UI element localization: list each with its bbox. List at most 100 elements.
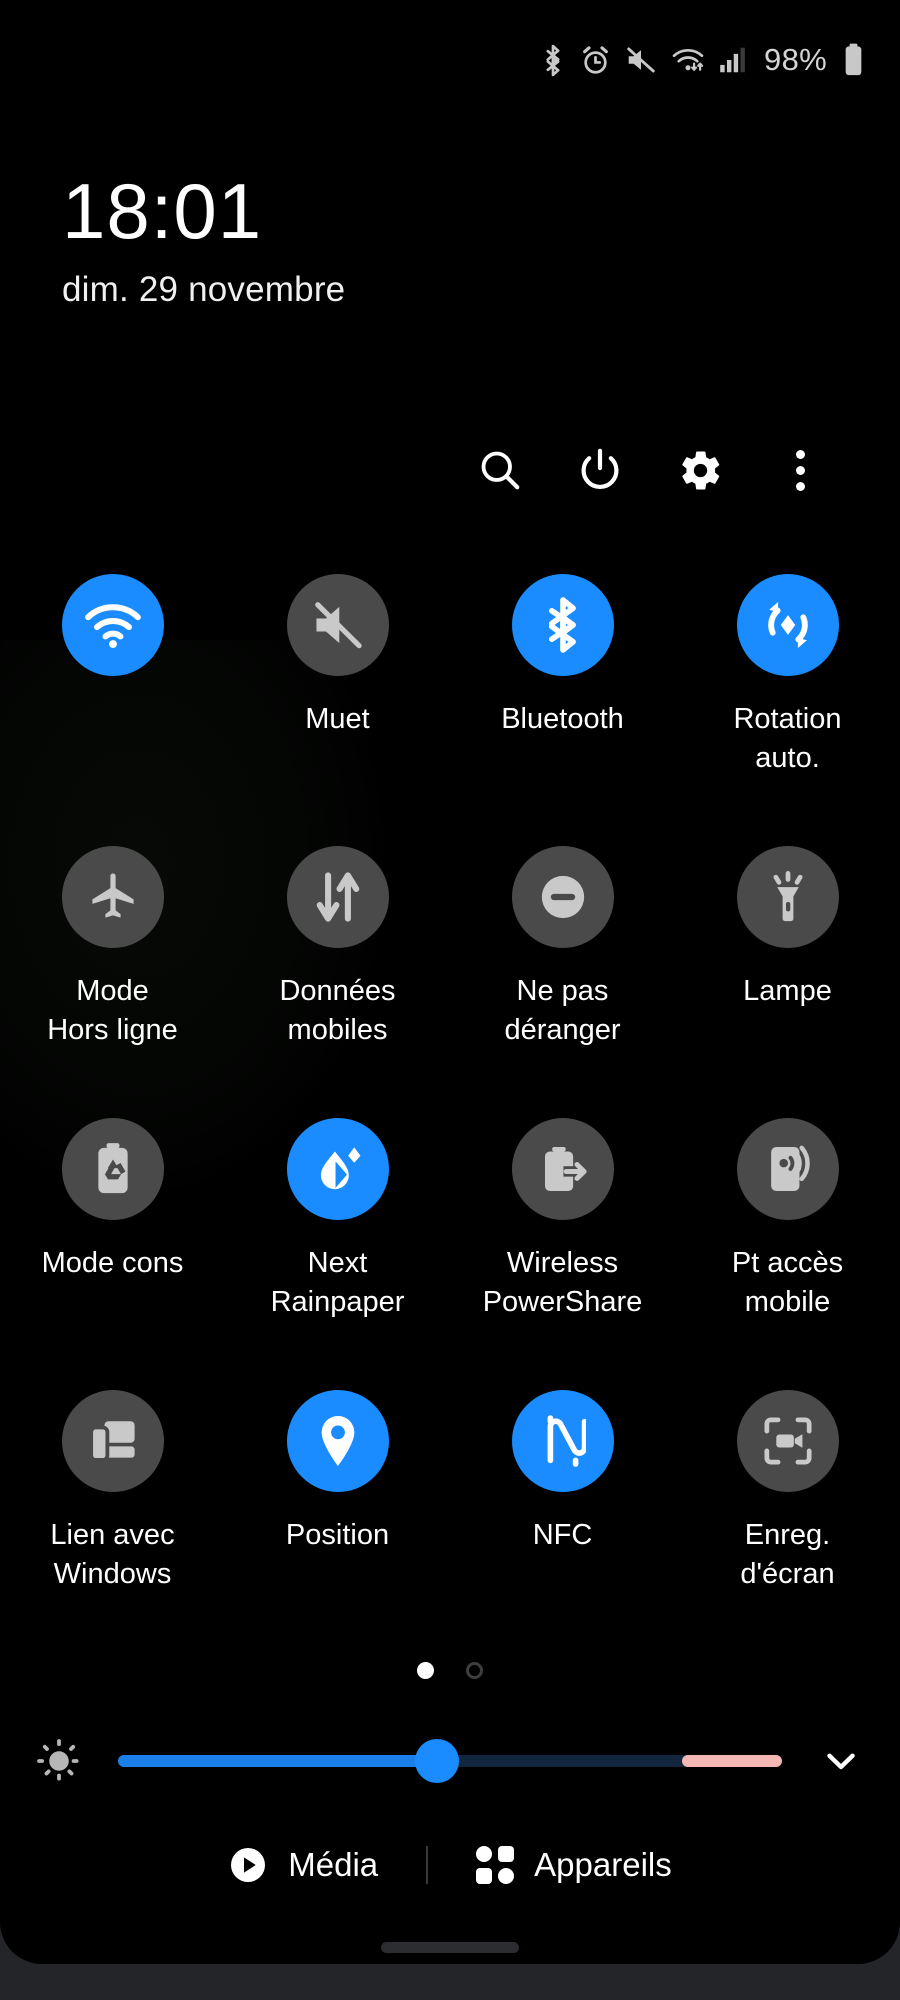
- overflow-menu-icon: [795, 449, 805, 491]
- link-to-windows-icon: [88, 1421, 135, 1462]
- bottom-bar: Média Appareils: [0, 1822, 900, 1908]
- rainpaper-icon: [320, 1147, 360, 1190]
- gear-icon: [681, 451, 719, 489]
- tile-icon-wrap: [286, 846, 389, 948]
- brightness-row: [0, 1716, 900, 1806]
- tile-label: Rotation auto.: [733, 703, 842, 775]
- tile-icon-wrap: [511, 1390, 614, 1492]
- tile-wireless-powershare[interactable]: Wireless PowerShare: [450, 1118, 675, 1390]
- tile-mute[interactable]: Muet: [225, 574, 450, 846]
- gesture-handle[interactable]: [381, 1942, 519, 1953]
- tile-icon-wrap: [511, 846, 614, 948]
- clock-time: 18:01: [62, 167, 263, 255]
- brightness-thumb[interactable]: [414, 1739, 459, 1783]
- tile-screen-recorder[interactable]: Enreg. d'écran: [675, 1390, 900, 1662]
- brightness-warm-segment: [682, 1755, 782, 1767]
- power-button[interactable]: [550, 428, 650, 512]
- tile-icon-wrap: [286, 1390, 389, 1492]
- quick-settings-panel: 98% 18:01 dim. 29 novembre Muet Bluetoot…: [0, 0, 900, 1964]
- tile-icon-wrap: [286, 1118, 389, 1220]
- tile-airplane-mode[interactable]: Mode Hors ligne: [0, 846, 225, 1118]
- wifi-icon: [84, 604, 141, 648]
- phone-screen: 98% 18:01 dim. 29 novembre Muet Bluetoot…: [0, 0, 900, 2000]
- hotspot-icon: [770, 1145, 810, 1192]
- tile-label: Bluetooth: [501, 703, 624, 735]
- tile-next-rainpaper[interactable]: Next Rainpaper: [225, 1118, 450, 1390]
- power-icon: [581, 448, 619, 490]
- devices-grid-icon: [476, 1846, 515, 1884]
- search-button[interactable]: [450, 428, 550, 512]
- header-actions: [450, 428, 850, 512]
- page-indicator: [0, 1662, 900, 1679]
- tile-label: Enreg. d'écran: [740, 1519, 835, 1591]
- settings-button[interactable]: [650, 428, 750, 512]
- tile-nfc[interactable]: NFC: [450, 1390, 675, 1662]
- tile-label: Mode Hors ligne: [47, 975, 178, 1047]
- tile-wifi[interactable]: [0, 574, 225, 846]
- bluetooth-icon: [540, 44, 566, 77]
- power-saving-icon: [97, 1143, 128, 1194]
- tile-mobile-hotspot[interactable]: Pt accès mobile: [675, 1118, 900, 1390]
- brightness-icon: [0, 1738, 118, 1784]
- tile-label: Muet: [305, 703, 370, 735]
- quick-settings-tile-grid: Muet Bluetooth Rotation auto. Mode Hors …: [0, 574, 900, 1662]
- power-share-icon: [544, 1146, 587, 1192]
- clock-block[interactable]: 18:01 dim. 29 novembre: [62, 172, 345, 310]
- clock-date: dim. 29 novembre: [62, 270, 346, 309]
- tile-label: Next Rainpaper: [270, 1247, 405, 1319]
- bluetooth-icon: [548, 597, 576, 653]
- tile-label: Lien avec Windows: [50, 1519, 175, 1591]
- battery-percent-label: 98%: [764, 42, 827, 77]
- media-button[interactable]: Média: [202, 1845, 404, 1885]
- airplane-icon: [91, 873, 134, 918]
- do-not-disturb-icon: [541, 875, 584, 919]
- brightness-expand-button[interactable]: [782, 1740, 900, 1782]
- signal-icon: [719, 46, 746, 74]
- tile-label: Ne pas déranger: [504, 975, 621, 1047]
- tile-location[interactable]: Position: [225, 1390, 450, 1662]
- tile-do-not-disturb[interactable]: Ne pas déranger: [450, 846, 675, 1118]
- location-pin-icon: [321, 1416, 354, 1466]
- tile-icon-wrap: [61, 574, 164, 676]
- more-options-button[interactable]: [750, 428, 850, 512]
- tile-flashlight[interactable]: Lampe: [675, 846, 900, 1118]
- tile-label: Position: [285, 1519, 390, 1551]
- tile-icon-wrap: [736, 846, 839, 948]
- battery-full-icon: [843, 43, 864, 77]
- screen-record-icon: [763, 1417, 812, 1465]
- tile-label: Pt accès mobile: [731, 1247, 844, 1319]
- tile-icon-wrap: [286, 574, 389, 676]
- wifi-data-icon: [671, 45, 705, 75]
- devices-label: Appareils: [534, 1846, 672, 1883]
- mute-icon: [314, 602, 362, 649]
- devices-button[interactable]: Appareils: [450, 1846, 698, 1884]
- tile-bluetooth[interactable]: Bluetooth: [450, 574, 675, 846]
- brightness-fill: [118, 1755, 437, 1767]
- page-dot-2[interactable]: [466, 1662, 483, 1679]
- search-icon: [481, 451, 520, 490]
- tile-auto-rotate[interactable]: Rotation auto.: [675, 574, 900, 846]
- tile-label: Wireless PowerShare: [482, 1247, 643, 1319]
- play-circle-icon: [231, 1848, 266, 1882]
- tile-icon-wrap: [511, 574, 614, 676]
- auto-rotate-icon: [767, 602, 808, 648]
- tile-icon-wrap: [736, 574, 839, 676]
- tile-icon-wrap: [736, 1390, 839, 1492]
- tile-icon-wrap: [61, 1390, 164, 1492]
- brightness-track[interactable]: [118, 1739, 782, 1783]
- nfc-icon: [547, 1415, 586, 1467]
- tile-mobile-data[interactable]: Données mobiles: [225, 846, 450, 1118]
- tile-label: Lampe: [743, 975, 832, 1007]
- tile-label: NFC: [532, 1519, 593, 1551]
- tile-link-to-windows[interactable]: Lien avec Windows: [0, 1390, 225, 1662]
- tile-icon-wrap: [511, 1118, 614, 1220]
- tile-label: Données mobiles: [279, 975, 396, 1047]
- tile-power-saving[interactable]: Mode cons: [0, 1118, 225, 1390]
- brightness-slider[interactable]: [118, 1716, 782, 1806]
- page-dot-1[interactable]: [417, 1662, 434, 1679]
- alarm-icon: [580, 45, 611, 76]
- bottom-bar-divider: [426, 1846, 429, 1884]
- tile-icon-wrap: [736, 1118, 839, 1220]
- tile-icon-wrap: [61, 846, 164, 948]
- mobile-data-icon: [316, 872, 359, 922]
